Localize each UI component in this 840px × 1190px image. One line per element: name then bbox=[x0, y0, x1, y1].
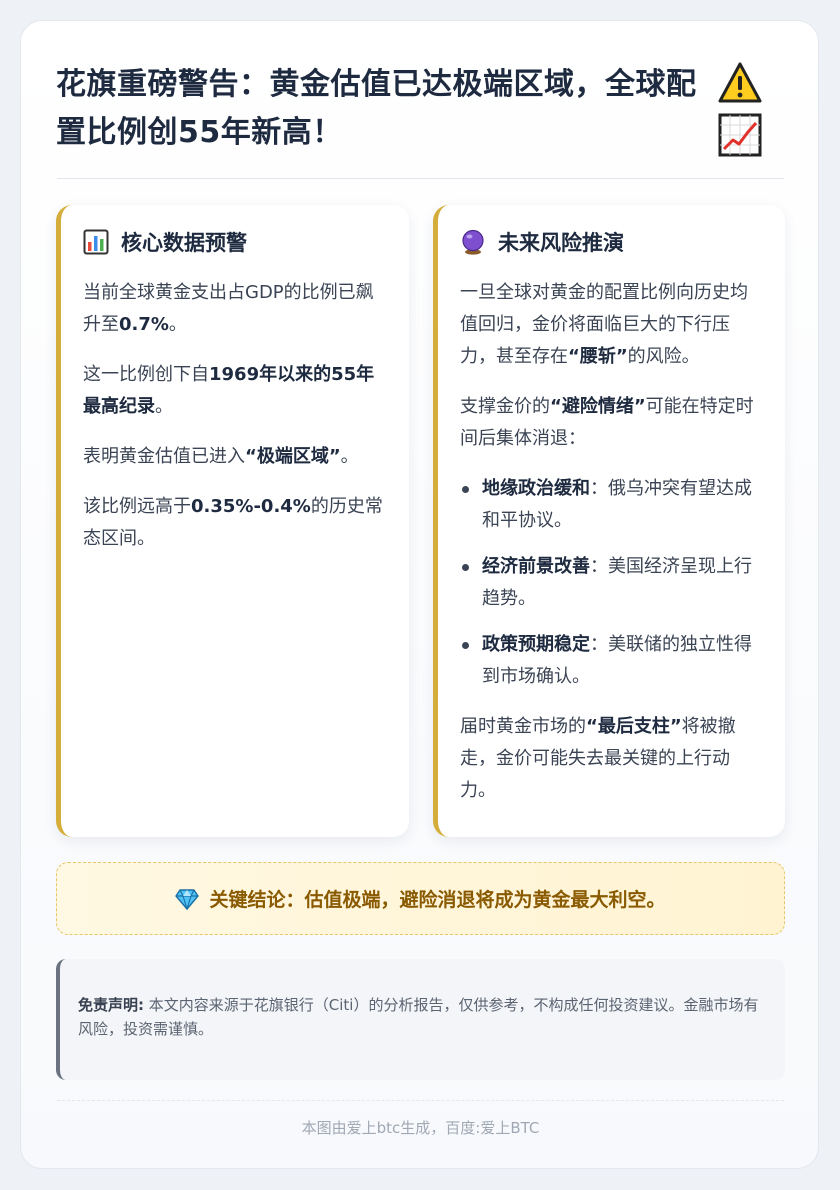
bar-chart-icon bbox=[83, 229, 109, 255]
highlight-text: “腰斩” bbox=[568, 346, 628, 367]
highlight-text: 0.7% bbox=[119, 314, 169, 335]
highlight-text: 地缘政治缓和 bbox=[482, 478, 590, 499]
highlight-text: 经济前景改善 bbox=[482, 556, 590, 577]
highlight-text: “最后支柱” bbox=[586, 716, 682, 737]
highlight-text: “避险情绪” bbox=[550, 396, 646, 417]
disclaimer-box: 免责声明: 本文内容来源于花旗银行（Citi）的分析报告，仅供参考，不构成任何投… bbox=[56, 959, 785, 1080]
factor-list: 地缘政治缓和：俄乌冲突有望达成和平协议。 经济前景改善：美国经济呈现上行趋势。 … bbox=[460, 473, 765, 693]
footer-divider bbox=[57, 1100, 784, 1101]
key-conclusion-banner: 关键结论：估值极端，避险消退将成为黄金最大利空。 bbox=[56, 862, 785, 935]
paragraph: 届时黄金市场的“最后支柱”将被撤走，金价可能失去最关键的上行动力。 bbox=[460, 711, 765, 807]
chart-increasing-icon bbox=[718, 113, 762, 157]
paragraph: 一旦全球对黄金的配置比例向历史均值回归，金价将面临巨大的下行压力，甚至存在“腰斩… bbox=[460, 277, 765, 373]
text: 表明黄金估值已进入 bbox=[83, 446, 245, 467]
paragraph: 表明黄金估值已进入“极端区域”。 bbox=[83, 441, 389, 473]
disclaimer-text: 本文内容来源于花旗银行（Citi）的分析报告，仅供参考，不构成任何投资建议。金融… bbox=[78, 996, 759, 1038]
text: 该比例远高于 bbox=[83, 496, 191, 517]
panel-header: 核心数据预警 bbox=[83, 227, 389, 257]
disclaimer-label: 免责声明: bbox=[78, 996, 144, 1014]
text: 这一比例创下自 bbox=[83, 364, 209, 385]
text: 的风险。 bbox=[627, 346, 700, 367]
crystal-ball-icon bbox=[462, 229, 484, 255]
list-item: 经济前景改善：美国经济呈现上行趋势。 bbox=[460, 551, 765, 615]
highlight-text: “极端区域” bbox=[245, 446, 341, 467]
list-item: 地缘政治缓和：俄乌冲突有望达成和平协议。 bbox=[460, 473, 765, 537]
text: 支撑金价的 bbox=[460, 396, 550, 417]
text: 。 bbox=[155, 396, 173, 417]
panel-title: 核心数据预警 bbox=[121, 231, 247, 255]
warning-icon bbox=[718, 62, 762, 103]
highlight-text: 政策预期稳定 bbox=[482, 634, 590, 655]
text: 届时黄金市场的 bbox=[460, 716, 586, 737]
poster-card: 花旗重磅警告：黄金估值已达极端区域，全球配置比例创55年新高！ 核心数据预警 当… bbox=[20, 20, 819, 1169]
text: 。 bbox=[168, 314, 187, 335]
paragraph: 该比例远高于0.35%-0.4%的历史常态区间。 bbox=[83, 491, 389, 555]
paragraph: 当前全球黄金支出占GDP的比例已飙升至0.7%。 bbox=[83, 277, 389, 341]
page-title: 花旗重磅警告：黄金估值已达极端区域，全球配置比例创55年新高！ bbox=[56, 67, 697, 150]
panel-title: 未来风险推演 bbox=[498, 231, 624, 255]
header-divider bbox=[57, 178, 784, 179]
panel-header: 未来风险推演 bbox=[460, 227, 765, 257]
gem-icon bbox=[175, 888, 200, 910]
paragraph: 这一比例创下自1969年以来的55年最高纪录。 bbox=[83, 359, 389, 423]
text: 。 bbox=[340, 446, 359, 467]
highlight-text: 0.35%-0.4% bbox=[191, 496, 311, 517]
conclusion-text: 关键结论：估值极端，避险消退将成为黄金最大利空。 bbox=[209, 889, 666, 911]
core-data-panel: 核心数据预警 当前全球黄金支出占GDP的比例已飙升至0.7%。 这一比例创下自1… bbox=[56, 205, 409, 837]
title-icons bbox=[718, 61, 766, 157]
paragraph: 支撑金价的“避险情绪”可能在特定时间后集体消退： bbox=[460, 391, 765, 455]
footer-credit: 本图由爱上btc生成，百度:爱上BTC bbox=[301, 1119, 540, 1137]
list-item: 政策预期稳定：美联储的独立性得到市场确认。 bbox=[460, 629, 765, 693]
risk-projection-panel: 未来风险推演 一旦全球对黄金的配置比例向历史均值回归，金价将面临巨大的下行压力，… bbox=[433, 205, 785, 837]
header: 花旗重磅警告：黄金估值已达极端区域，全球配置比例创55年新高！ bbox=[56, 61, 786, 157]
